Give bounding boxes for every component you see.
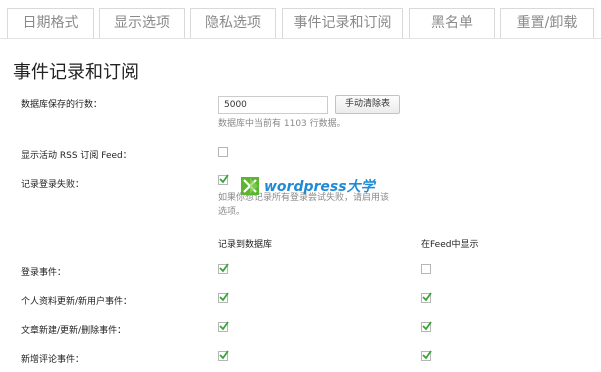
column-header-db: 记录到数据库: [218, 240, 273, 250]
tab-date-format[interactable]: 日期格式: [7, 8, 94, 38]
profile-event-feed-checkbox[interactable]: [421, 292, 432, 303]
settings-tabs: 日期格式 显示选项 隐私选项 事件记录和订阅 黑名单 重置/卸载: [0, 0, 601, 39]
event-label: 文章新建/更新/删除事件：: [21, 326, 127, 336]
rss-feed-checkbox[interactable]: [218, 147, 228, 157]
checkmark-icon: [219, 263, 229, 273]
tab-blacklist[interactable]: 黑名单: [409, 8, 495, 38]
clear-table-button[interactable]: 手动清除表: [335, 95, 400, 114]
rows-help-text: 数据库中当前有 1103 行数据。: [218, 119, 346, 129]
checkmark-icon: [422, 321, 432, 331]
checkmark-icon: [422, 350, 432, 360]
profile-event-db-checkbox[interactable]: [218, 292, 229, 303]
login-fail-help-line2: 选项。: [218, 207, 246, 217]
tab-display-options[interactable]: 显示选项: [99, 8, 185, 38]
checkmark-icon: [219, 321, 229, 331]
event-label: 个人资料更新/新用户事件：: [21, 297, 133, 307]
event-label: 登录事件：: [21, 268, 67, 278]
checkmark-icon: [219, 350, 229, 360]
post-event-feed-checkbox[interactable]: [421, 321, 432, 332]
rss-feed-label: 显示活动 RSS 订阅 Feed：: [21, 151, 132, 161]
tab-privacy-options[interactable]: 隐私选项: [190, 8, 276, 38]
comment-event-db-checkbox[interactable]: [218, 350, 229, 361]
comment-event-feed-checkbox[interactable]: [421, 350, 432, 361]
rows-input[interactable]: [218, 96, 328, 114]
tab-event-logging[interactable]: 事件记录和订阅: [282, 8, 403, 38]
post-event-db-checkbox[interactable]: [218, 321, 229, 332]
checkmark-icon: [422, 292, 432, 302]
column-header-feed: 在Feed中显示: [421, 240, 479, 250]
watermark-text: wordpress大学: [264, 179, 375, 195]
login-fail-label: 记录登录失败：: [21, 180, 85, 190]
page-title: 事件记录和订阅: [13, 62, 139, 83]
tab-reset-uninstall[interactable]: 重置/卸载: [500, 8, 594, 38]
rows-label: 数据库保存的行数：: [21, 100, 103, 110]
event-label: 新增评论事件：: [21, 355, 85, 365]
checkmark-icon: [219, 292, 229, 302]
wordpress-daxue-logo-icon: [241, 177, 259, 195]
login-event-feed-checkbox[interactable]: [421, 264, 431, 274]
login-fail-checkbox[interactable]: [218, 174, 229, 185]
checkmark-icon: [219, 174, 229, 184]
login-event-db-checkbox[interactable]: [218, 263, 229, 274]
